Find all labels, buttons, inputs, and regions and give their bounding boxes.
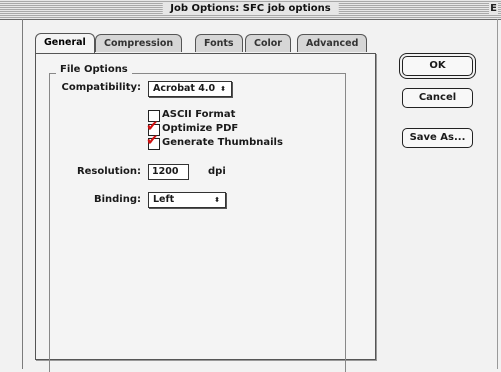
resolution-input[interactable]: 1200 <box>148 164 189 180</box>
ascii-format-label: ASCII Format <box>162 109 236 120</box>
binding-value: Left <box>153 194 175 205</box>
compatibility-value: Acrobat 4.0 <box>153 83 216 94</box>
compatibility-popup[interactable]: Acrobat 4.0 ⬍ <box>148 81 232 97</box>
resolution-label: Resolution: <box>76 166 141 177</box>
cancel-button[interactable]: Cancel <box>402 88 473 108</box>
generate-thumbnails-checkbox[interactable]: ✔ <box>146 133 160 150</box>
title-edge-glyph: E <box>489 3 498 14</box>
optimize-pdf-label: Optimize PDF <box>162 123 239 134</box>
binding-label: Binding: <box>93 194 141 205</box>
left-divider <box>22 19 23 369</box>
tab-advanced[interactable]: Advanced <box>297 34 368 52</box>
tab-fonts[interactable]: Fonts <box>195 34 243 52</box>
file-options-title: File Options <box>56 64 132 75</box>
binding-popup[interactable]: Left ⬍ <box>148 192 226 208</box>
generate-thumbnails-label: Generate Thumbnails <box>162 137 283 148</box>
tab-general[interactable]: General <box>35 33 95 53</box>
updown-arrows-icon: ⬍ <box>214 196 220 204</box>
updown-arrows-icon: ⬍ <box>220 85 226 93</box>
title-bar[interactable]: Job Options: SFC job options E <box>0 0 501 20</box>
tab-color[interactable]: Color <box>245 34 291 52</box>
save-as-button[interactable]: Save As... <box>402 128 473 148</box>
general-tab-pane: File Options Compatibility: Acrobat 4.0 … <box>35 53 376 372</box>
right-divider <box>497 19 498 369</box>
red-checkmark-icon: ✔ <box>146 131 159 149</box>
tab-compression[interactable]: Compression <box>95 34 183 52</box>
compatibility-label: Compatibility: <box>61 82 141 93</box>
window-title: Job Options: SFC job options <box>162 2 339 15</box>
ok-button[interactable]: OK <box>402 56 473 76</box>
resolution-unit: dpi <box>208 166 226 177</box>
